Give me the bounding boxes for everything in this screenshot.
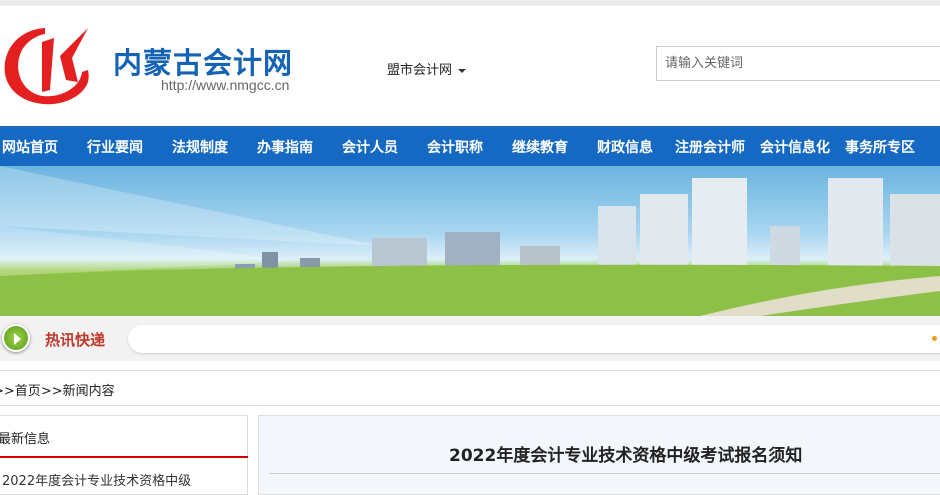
banner-scene [0,166,940,316]
caret-down-icon [458,68,467,73]
nav-industry-news[interactable]: 行业要闻 [87,137,143,157]
breadcrumb-current: 新闻内容 [62,384,115,399]
play-arrow-icon[interactable] [2,324,30,352]
breadcrumb-sep: >> [0,384,15,399]
hot-news-ticker: 热讯快递 [0,316,940,361]
nav-education[interactable]: 继续教育 [512,137,568,157]
city-site-label: 盟市会计网 [387,63,453,78]
latest-news-title: 最新信息 [0,432,51,447]
nav-guide[interactable]: 办事指南 [257,137,313,157]
article-panel: 2022年度会计专业技术资格中级考试报名须知 [258,415,940,495]
search-input[interactable] [656,46,940,81]
latest-news-panel: 最新信息 2022年度会计专业技术资格中级 [0,415,248,495]
divider [0,456,248,458]
top-bar [0,0,940,6]
hot-news-track [128,325,940,353]
breadcrumb-sep: >> [40,384,63,399]
divider [269,473,940,474]
article-title: 2022年度会计专业技术资格中级考试报名须知 [449,446,803,466]
main-nav: 网站首页 行业要闻 法规制度 办事指南 会计人员 会计职称 继续教育 财政信息 … [0,126,940,166]
nav-firms[interactable]: 事务所专区 [845,137,915,157]
nav-accountants[interactable]: 会计人员 [342,137,398,157]
breadcrumb: >>首页>>新闻内容 [0,370,940,406]
city-banner-image [0,166,940,316]
ticker-dot-icon [932,336,937,341]
logo-url: http://www.nmgcc.cn [161,77,290,93]
logo-emblem-icon [4,28,89,105]
hot-news-label: 热讯快递 [45,331,106,349]
nav-informatization[interactable]: 会计信息化 [760,137,830,157]
nav-cpa[interactable]: 注册会计师 [675,137,745,157]
nav-finance[interactable]: 财政信息 [597,137,653,157]
nav-titles[interactable]: 会计职称 [427,137,483,157]
nav-home[interactable]: 网站首页 [2,137,58,157]
list-item[interactable]: 2022年度会计专业技术资格中级 [2,470,191,489]
logo-title: 内蒙古会计网 [113,46,294,80]
breadcrumb-home[interactable]: 首页 [15,384,41,399]
nav-regulations[interactable]: 法规制度 [172,137,228,157]
city-site-dropdown[interactable]: 盟市会计网 [387,59,467,78]
